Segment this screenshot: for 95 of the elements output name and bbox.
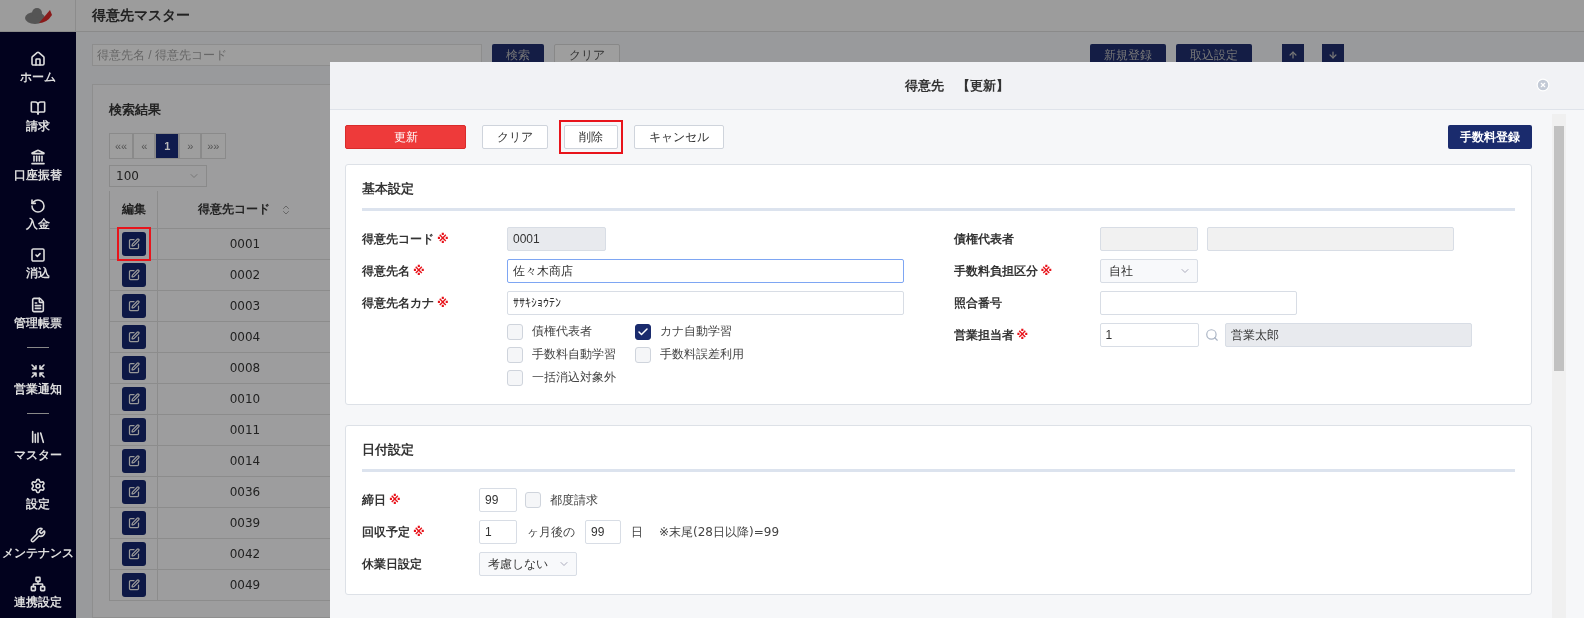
edit-icon	[127, 517, 140, 529]
checkbox[interactable]: 一括消込対象外	[507, 369, 635, 386]
input-field[interactable]: 佐々木商店	[507, 259, 904, 283]
field-label: 得意先名カナ ※	[362, 294, 450, 312]
edit-icon	[127, 486, 140, 498]
edit-button[interactable]	[121, 480, 146, 504]
sidebar-item[interactable]: 管理帳票	[14, 289, 62, 339]
field-label: 手数料負担区分 ※	[953, 262, 1054, 280]
edit-button[interactable]	[121, 573, 146, 597]
unit-label: ヶ月後の	[527, 523, 575, 541]
checkbox[interactable]: 債権代表者	[507, 323, 635, 340]
bank-icon	[30, 149, 46, 166]
unit-label: 日	[631, 523, 643, 541]
sidebar-item[interactable]: 請求	[26, 93, 50, 143]
dialog-title: 得意先 【更新】	[905, 76, 1009, 95]
update-button[interactable]: 更新	[345, 125, 466, 149]
input-field[interactable]: 1	[1099, 323, 1199, 347]
field-label: 得意先コード ※	[362, 230, 450, 248]
field-label: 休業日設定	[362, 555, 423, 573]
select-field[interactable]: 自社	[1099, 259, 1198, 283]
checkbox[interactable]: 都度請求	[525, 491, 598, 509]
delete-button[interactable]: 削除	[564, 125, 618, 149]
book-icon	[30, 100, 46, 117]
sidebar-item[interactable]: 連携設定	[14, 568, 62, 618]
card-title: 検索結果	[109, 101, 162, 119]
checkbox[interactable]: カナ自動学習	[635, 323, 795, 340]
check-icon	[637, 325, 649, 338]
input-field[interactable]: ｻｻｷｼｮｳﾃﾝ	[507, 291, 904, 315]
clear-button[interactable]: クリア	[482, 125, 548, 149]
checkbox[interactable]: 手数料誤差利用	[635, 346, 795, 363]
edit-icon	[127, 331, 140, 343]
edit-button[interactable]	[121, 418, 146, 442]
section-title: 基本設定	[362, 180, 1515, 211]
edit-button[interactable]	[121, 294, 146, 318]
edit-button[interactable]	[121, 356, 146, 380]
page-title: 得意先マスター	[92, 6, 190, 25]
field-label: 営業担当者 ※	[953, 326, 1030, 344]
fee-register-button[interactable]: 手数料登録	[1448, 125, 1532, 149]
logo-icon	[22, 6, 53, 25]
edit-icon	[127, 300, 140, 312]
home-icon	[30, 51, 46, 68]
edit-button[interactable]	[121, 449, 146, 473]
column-header: 編集	[110, 191, 158, 228]
edit-button[interactable]	[121, 542, 146, 566]
settings-icon	[30, 477, 46, 494]
scrollbar[interactable]	[1552, 114, 1566, 618]
checkbox-icon	[30, 247, 46, 264]
sidebar-item[interactable]: 営業通知	[14, 355, 62, 405]
wrench-icon	[30, 526, 46, 543]
input-field[interactable]: 営業太郎	[1224, 323, 1472, 347]
field-label: 照合番号	[953, 294, 1003, 312]
input-field[interactable]: 99	[585, 520, 621, 544]
input-field[interactable]	[1099, 227, 1198, 251]
edit-button[interactable]	[121, 387, 146, 411]
edit-icon	[127, 579, 140, 591]
edit-icon	[127, 424, 140, 436]
edit-icon	[127, 393, 140, 405]
arrows-icon	[30, 362, 46, 379]
note-text: ※末尾(28日以降)=99	[659, 523, 779, 541]
field-label: 締日 ※	[362, 491, 402, 509]
edit-icon	[127, 269, 140, 281]
edit-button[interactable]	[121, 263, 146, 287]
checkbox[interactable]: 手数料自動学習	[507, 346, 635, 363]
edit-button[interactable]	[121, 325, 146, 349]
field-label: 得意先名 ※	[362, 262, 426, 280]
sidebar-item[interactable]: マスター	[14, 421, 62, 471]
input-field[interactable]	[1099, 291, 1297, 315]
library-icon	[30, 428, 46, 445]
section-title: 日付設定	[362, 441, 1515, 472]
field-label: 債権代表者	[953, 230, 1015, 248]
input-field[interactable]: 1	[479, 520, 517, 544]
input-field[interactable]: 99	[479, 488, 517, 512]
rotate-icon	[30, 198, 46, 215]
input-field[interactable]: 0001	[507, 227, 606, 251]
sidebar-item[interactable]: 設定	[26, 470, 50, 520]
edit-icon	[127, 238, 140, 250]
sidebar-item[interactable]: 消込	[26, 240, 50, 290]
edit-icon	[127, 455, 140, 467]
sidebar-item[interactable]: メンテナンス	[2, 519, 74, 569]
select-field[interactable]: 考慮しない	[479, 552, 577, 576]
input-field[interactable]	[1206, 227, 1454, 251]
page-button[interactable]: 1	[155, 133, 180, 159]
sidebar-item[interactable]: 口座振替	[14, 142, 62, 192]
sidebar-item[interactable]: 入金	[26, 191, 50, 241]
sidebar-item[interactable]: ホーム	[20, 44, 56, 94]
field-label: 回収予定 ※	[362, 523, 426, 541]
arrow-down-icon	[1328, 49, 1338, 61]
document-icon	[30, 296, 46, 313]
edit-button[interactable]	[121, 511, 146, 535]
network-icon	[30, 575, 46, 592]
cancel-button[interactable]: キャンセル	[634, 125, 724, 149]
page-size-select[interactable]: 100	[109, 165, 207, 187]
edit-icon	[127, 548, 140, 560]
edit-icon	[127, 362, 140, 374]
arrow-up-icon	[1288, 49, 1298, 61]
